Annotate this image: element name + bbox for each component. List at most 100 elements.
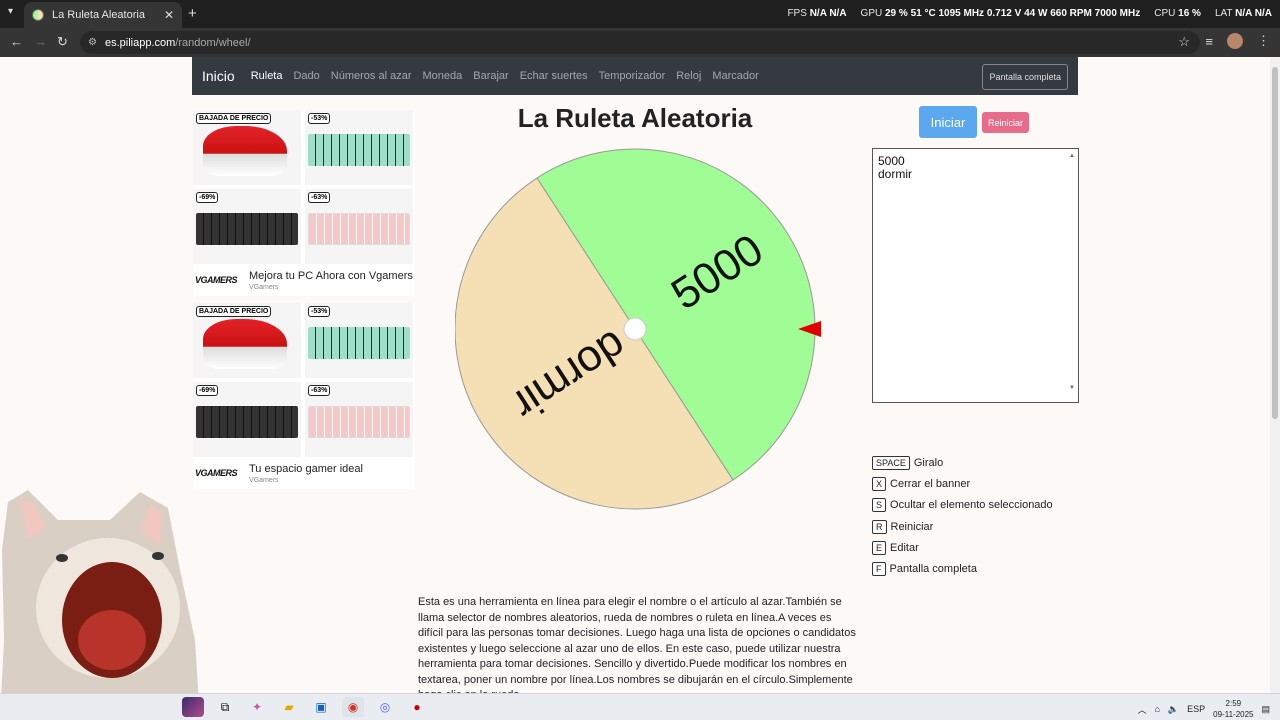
nav-home-link[interactable]: Inicio xyxy=(202,68,235,84)
browser-tab[interactable]: La Ruleta Aleatoria ✕ xyxy=(24,2,182,28)
reload-icon[interactable]: ↻ xyxy=(57,34,68,50)
language-indicator[interactable]: ESP xyxy=(1187,704,1205,714)
ad-product-tile[interactable]: -53% xyxy=(305,303,413,378)
favicon-icon xyxy=(32,9,44,21)
ad-headline[interactable]: Tu espacio gamer ideal xyxy=(249,463,363,475)
shoe-image xyxy=(203,126,287,176)
tab-title: La Ruleta Aleatoria xyxy=(52,9,145,21)
nav-link-reloj[interactable]: Reloj xyxy=(676,70,701,82)
clock-time: 2:59 xyxy=(1225,699,1242,708)
shortcut-key: X xyxy=(872,476,887,491)
shortcut-key: SPACE xyxy=(872,455,910,470)
ad-product-tile[interactable]: BAJADA DE PRECIO xyxy=(193,110,301,185)
ad-banner[interactable]: ⓘ ⋮ BAJADA DE PRECIO -53% -69% -63% VGAM… xyxy=(193,110,415,296)
ad-badge: -69% xyxy=(196,385,219,396)
names-line: dormir xyxy=(878,167,913,181)
ad-badge: BAJADA DE PRECIO xyxy=(196,113,272,124)
file-explorer-icon[interactable]: ▰ xyxy=(278,697,300,717)
ad-product-tile[interactable]: -53% xyxy=(305,110,413,185)
ad-product-tile[interactable]: BAJADA DE PRECIO xyxy=(193,303,301,378)
url-path: /random/wheel/ xyxy=(175,36,251,49)
performance-overlay: FPS N/A N/A GPU 29 % 51 °C 1095 MHz 0.71… xyxy=(787,8,1272,19)
shortcut-label: Ocultar el elemento seleccionado xyxy=(890,499,1053,512)
browser-tab-bar: ▾ La Ruleta Aleatoria ✕ + FPS N/A N/A GP… xyxy=(0,0,1280,28)
volume-icon[interactable]: 🔈 xyxy=(1168,704,1179,715)
random-wheel[interactable]: 5000 dormir xyxy=(455,148,825,513)
ad-badge: -69% xyxy=(196,192,219,203)
fullscreen-button[interactable]: Pantalla completa xyxy=(982,64,1068,90)
shortcut-row: R Reiniciar xyxy=(872,516,1053,537)
nav-link-ruleta[interactable]: Ruleta xyxy=(251,70,283,82)
shortcut-row: S Ocultar el elemento seleccionado xyxy=(872,495,1053,516)
ad-product-tile[interactable]: -69% xyxy=(193,189,301,264)
scrollbar-thumb[interactable] xyxy=(1272,67,1278,419)
vgamers-logo: VGAMERS xyxy=(195,275,238,285)
scroll-up-icon[interactable]: ▲ xyxy=(1069,150,1075,163)
tab-search-icon[interactable]: ▾ xyxy=(8,6,13,17)
media-controls-icon[interactable]: ≡ xyxy=(1205,34,1213,49)
browser-menu-icon[interactable]: ⋮ xyxy=(1257,33,1270,49)
nav-link-marcador[interactable]: Marcador xyxy=(712,70,758,82)
ad-footer[interactable]: VGAMERS Mejora tu PC Ahora con Vgamers V… xyxy=(193,270,415,296)
discord-icon[interactable]: ◎ xyxy=(374,697,396,717)
ad-product-tile[interactable]: -69% xyxy=(193,382,301,457)
back-icon[interactable]: ← xyxy=(10,34,23,49)
nav-link-barajar[interactable]: Barajar xyxy=(473,70,508,82)
notifications-icon[interactable]: ▤ xyxy=(1261,704,1270,715)
store-icon[interactable]: ▣ xyxy=(310,697,332,717)
nav-link-numeros[interactable]: Números al azar xyxy=(331,70,412,82)
ad-product-tile[interactable]: -63% xyxy=(305,189,413,264)
ad-headline[interactable]: Mejora tu PC Ahora con Vgamers xyxy=(249,270,413,282)
fps-stat: FPS N/A N/A xyxy=(787,8,847,19)
system-tray: ︿ ⌂ 🔈 ESP 2:59 09-11-2025 ▤ xyxy=(1137,698,1270,720)
new-tab-icon[interactable]: + xyxy=(188,5,197,22)
nav-link-echar-suertes[interactable]: Echar suertes xyxy=(520,70,588,82)
ad-footer[interactable]: VGAMERS Tu espacio gamer ideal VGamers xyxy=(193,463,415,489)
textarea-scrollbar[interactable]: ▲ ▼ xyxy=(1068,150,1077,401)
ad-advertiser: VGamers xyxy=(249,477,279,484)
keyboard-image xyxy=(308,327,410,359)
gpu-stat: GPU 29 % 51 °C 1095 MHz 0.712 V 44 W 660… xyxy=(860,8,1141,19)
names-textarea[interactable]: 5000 dormir ▲ ▼ xyxy=(872,148,1079,403)
reset-button[interactable]: Reiniciar xyxy=(982,112,1029,133)
site-info-icon[interactable]: ⚙ xyxy=(88,37,97,48)
shortcut-row: X Cerrar el banner xyxy=(872,473,1053,494)
chrome-icon[interactable]: ◉ xyxy=(342,697,364,717)
shoe-image xyxy=(203,319,287,369)
close-tab-icon[interactable]: ✕ xyxy=(164,8,174,22)
scroll-down-icon[interactable]: ▼ xyxy=(1069,382,1075,395)
page-title: La Ruleta Aleatoria xyxy=(517,103,753,133)
url-host: es.piliapp.com xyxy=(104,36,176,49)
cpu-stat: CPU 16 % xyxy=(1154,8,1201,19)
start-button[interactable]: Iniciar xyxy=(919,106,977,138)
keyboard-image xyxy=(308,134,410,166)
vgamers-logo: VGAMERS xyxy=(195,468,238,478)
bookmark-star-icon[interactable]: ☆ xyxy=(1178,34,1190,50)
task-view-icon[interactable]: ⧉ xyxy=(214,697,236,717)
nav-link-temporizador[interactable]: Temporizador xyxy=(599,70,666,82)
clock[interactable]: 2:59 09-11-2025 xyxy=(1213,698,1253,720)
url-bar[interactable]: ⚙ es.piliapp.com/random/wheel/ ☆ xyxy=(80,31,1200,54)
network-icon[interactable]: ⌂ xyxy=(1154,704,1159,714)
profile-avatar[interactable] xyxy=(1227,33,1243,49)
forward-icon[interactable]: → xyxy=(34,34,47,49)
shortcut-key: F xyxy=(872,562,886,577)
copilot-icon[interactable]: ✦ xyxy=(246,697,268,717)
ad-product-tile[interactable]: -63% xyxy=(305,382,413,457)
keyboard-image xyxy=(196,406,298,438)
ad-banner[interactable]: ⓘ ⋮ BAJADA DE PRECIO -53% -69% -63% VGAM… xyxy=(193,303,415,489)
nav-link-moneda[interactable]: Moneda xyxy=(422,70,462,82)
app-icon[interactable]: ● xyxy=(406,697,428,717)
shortcut-row: SPACE Giralo xyxy=(872,452,1053,473)
keyboard-image xyxy=(308,406,410,438)
widgets-icon[interactable] xyxy=(182,697,204,717)
ad-badge: -53% xyxy=(308,113,331,124)
cat-sticker-image xyxy=(0,490,200,720)
os-taskbar: ⧉ ✦ ▰ ▣ ◉ ◎ ● ︿ ⌂ 🔈 ESP 2:59 09-11-2025 … xyxy=(0,693,1280,720)
wheel-center-hub xyxy=(623,317,647,341)
lat-stat: LAT N/A N/A xyxy=(1214,8,1272,19)
page-scrollbar[interactable] xyxy=(1270,57,1280,693)
tray-expand-icon[interactable]: ︿ xyxy=(1137,703,1146,716)
address-toolbar: ← → ↻ ⚙ es.piliapp.com/random/wheel/ ☆ ≡… xyxy=(0,28,1280,57)
nav-link-dado[interactable]: Dado xyxy=(293,70,319,82)
